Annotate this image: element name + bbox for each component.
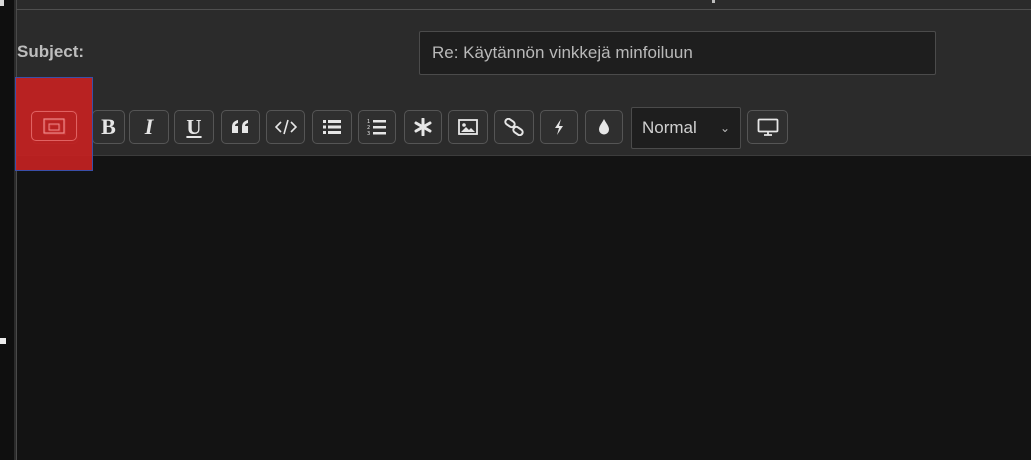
monitor-icon	[757, 118, 779, 136]
flash-button[interactable]	[540, 110, 578, 144]
color-button[interactable]	[585, 110, 623, 144]
message-textarea[interactable]	[16, 155, 1031, 460]
numbered-list-button[interactable]: 123	[358, 110, 396, 144]
bullet-list-button[interactable]	[312, 110, 352, 144]
svg-text:3: 3	[367, 131, 370, 136]
selection-highlight	[15, 77, 93, 171]
list-item-button[interactable]	[404, 110, 442, 144]
bold-button[interactable]: B	[92, 110, 125, 144]
link-icon	[504, 118, 524, 136]
code-button[interactable]	[266, 110, 305, 144]
top-marker	[712, 0, 715, 3]
chevron-down-icon: ⌄	[719, 121, 730, 135]
list-icon	[322, 119, 342, 135]
image-icon	[458, 119, 478, 135]
resize-handle[interactable]	[0, 338, 6, 344]
image-button[interactable]	[448, 110, 488, 144]
top-divider	[16, 9, 1031, 10]
italic-button[interactable]: I	[129, 110, 169, 144]
quote-icon	[231, 119, 251, 135]
preview-button[interactable]	[747, 110, 788, 144]
code-icon	[274, 119, 297, 135]
subject-input[interactable]: Re: Käytännön vinkkejä minfoiluun	[419, 31, 936, 75]
numbered-list-icon: 123	[367, 118, 387, 136]
font-size-value: Normal	[642, 118, 697, 137]
window-left-edge	[0, 0, 14, 460]
droplet-icon	[597, 118, 611, 136]
link-button[interactable]	[494, 110, 534, 144]
underline-button[interactable]: U	[174, 110, 214, 144]
asterisk-icon	[414, 118, 432, 136]
quote-button[interactable]	[221, 110, 260, 144]
subject-label: Subject:	[17, 42, 85, 61]
bolt-icon	[553, 118, 565, 136]
edge-marker	[0, 0, 4, 6]
formatting-toolbar: B I U 123 Normal ⌄	[16, 107, 1017, 149]
bbcode-toggle-highlight[interactable]	[31, 111, 77, 141]
font-size-select[interactable]: Normal ⌄	[631, 107, 741, 149]
